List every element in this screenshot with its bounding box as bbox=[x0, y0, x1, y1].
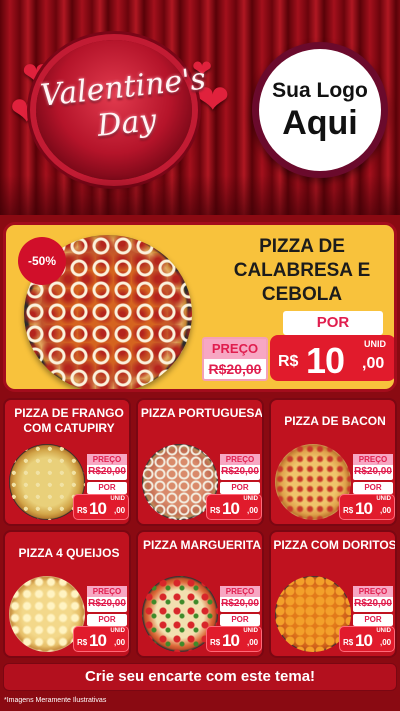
currency: R$ bbox=[343, 638, 354, 647]
preco-label: PREÇO bbox=[220, 454, 260, 465]
header-curtain: ❤ ❤ ❤ ❤ Valentine's Day Sua Logo Aqui bbox=[0, 0, 400, 215]
unit-label: UNID bbox=[110, 496, 125, 502]
product-card: PIZZA 4 QUEIJOS PREÇO R$20,00 POR UNID R… bbox=[3, 530, 131, 658]
unit-label: UNID bbox=[243, 496, 258, 502]
currency: R$ bbox=[343, 506, 354, 515]
por-label: POR bbox=[220, 482, 260, 494]
por-label: POR bbox=[353, 614, 393, 626]
unit-label: UNID bbox=[376, 628, 391, 634]
currency: R$ bbox=[77, 506, 88, 515]
price-cents: ,00 bbox=[247, 506, 259, 515]
product-card: PIZZA COM DORITOS PREÇO R$20,00 POR UNID… bbox=[269, 530, 397, 658]
featured-title: PIZZA DE CALABRESA E CEBOLA bbox=[233, 236, 371, 305]
old-price: R$20,00 bbox=[88, 598, 126, 609]
por-label: POR bbox=[353, 482, 393, 494]
logo-line2: Aqui bbox=[282, 104, 358, 142]
old-price-box: PREÇO R$20,00 bbox=[353, 454, 393, 480]
old-price: R$20,00 bbox=[208, 361, 262, 377]
product-name: PIZZA COM DORITOS bbox=[273, 538, 397, 552]
price-cents: ,00 bbox=[247, 638, 259, 647]
discount-badge: -50% bbox=[18, 237, 66, 285]
currency: R$ bbox=[77, 638, 88, 647]
por-label: POR bbox=[220, 614, 260, 626]
price-tag: UNID R$ 10 ,00 bbox=[339, 626, 395, 652]
product-name: PIZZA 4 QUEIJOS bbox=[18, 546, 120, 560]
por-label: POR bbox=[87, 482, 127, 494]
price-tag: UNID R$ 10 ,00 bbox=[73, 626, 129, 652]
unit-label: UNID bbox=[376, 496, 391, 502]
preco-label: PREÇO bbox=[220, 586, 260, 597]
price-integer: 10 bbox=[222, 631, 240, 650]
preco-label: PREÇO bbox=[353, 454, 393, 465]
price-cents: ,00 bbox=[114, 506, 126, 515]
product-name: PIZZA PORTUGUESA bbox=[140, 406, 264, 420]
old-price-box: PREÇO R$20,00 bbox=[202, 337, 268, 381]
old-price-box: PREÇO R$20,00 bbox=[87, 454, 127, 480]
logo-line1: Sua Logo bbox=[272, 79, 368, 102]
price-integer: 10 bbox=[306, 340, 345, 381]
product-card: PIZZA DE FRANGO COM CATUPIRY PREÇO R$20,… bbox=[3, 398, 131, 526]
price-tag: UNID R$ 10 ,00 bbox=[270, 335, 394, 381]
featured-product: -50% PIZZA DE CALABRESA E CEBOLA PREÇO R… bbox=[3, 222, 397, 392]
price-tag: UNID R$ 10 ,00 bbox=[206, 626, 262, 652]
currency: R$ bbox=[210, 638, 221, 647]
old-price-box: PREÇO R$20,00 bbox=[353, 586, 393, 612]
old-price-box: PREÇO R$20,00 bbox=[220, 454, 260, 480]
product-name: PIZZA MARGUERITA bbox=[143, 538, 261, 552]
price-tag: UNID R$ 10 ,00 bbox=[206, 494, 262, 520]
price-tag: UNID R$ 10 ,00 bbox=[339, 494, 395, 520]
preco-label: PREÇO bbox=[204, 339, 266, 359]
price-integer: 10 bbox=[222, 499, 240, 518]
unit-label: UNID bbox=[243, 628, 258, 634]
preco-label: PREÇO bbox=[87, 454, 127, 465]
price-integer: 10 bbox=[89, 499, 107, 518]
product-name: PIZZA DE FRANGO COM CATUPIRY bbox=[14, 406, 124, 435]
price-cents: ,00 bbox=[114, 638, 126, 647]
old-price: R$20,00 bbox=[221, 466, 259, 477]
por-label: POR bbox=[87, 614, 127, 626]
currency: R$ bbox=[278, 353, 299, 370]
old-price: R$20,00 bbox=[354, 466, 392, 477]
cta-banner[interactable]: Crie seu encarte com este tema! bbox=[3, 663, 397, 691]
old-price: R$20,00 bbox=[354, 598, 392, 609]
price-tag: UNID R$ 10 ,00 bbox=[73, 494, 129, 520]
product-card: PIZZA MARGUERITA PREÇO R$20,00 POR UNID … bbox=[136, 530, 264, 658]
price-integer: 10 bbox=[89, 631, 107, 650]
product-card: PIZZA PORTUGUESA PREÇO R$20,00 POR UNID … bbox=[136, 398, 264, 526]
price-integer: 10 bbox=[355, 631, 373, 650]
price-cents: ,00 bbox=[362, 355, 385, 372]
unit-label: UNID bbox=[110, 628, 125, 634]
unit-label: UNID bbox=[364, 339, 386, 349]
preco-label: PREÇO bbox=[87, 586, 127, 597]
old-price: R$20,00 bbox=[221, 598, 259, 609]
price-cents: ,00 bbox=[380, 506, 392, 515]
old-price-box: PREÇO R$20,00 bbox=[87, 586, 127, 612]
por-label: POR bbox=[283, 311, 383, 335]
old-price-box: PREÇO R$20,00 bbox=[220, 586, 260, 612]
logo-placeholder: Sua Logo Aqui bbox=[252, 42, 388, 178]
preco-label: PREÇO bbox=[353, 586, 393, 597]
product-name: PIZZA DE BACON bbox=[284, 414, 386, 428]
old-price: R$20,00 bbox=[88, 466, 126, 477]
price-cents: ,00 bbox=[380, 638, 392, 647]
product-card: PIZZA DE BACON PREÇO R$20,00 POR UNID R$… bbox=[269, 398, 397, 526]
disclaimer: *Imagens Meramente Ilustrativas bbox=[4, 697, 107, 704]
currency: R$ bbox=[210, 506, 221, 515]
price-integer: 10 bbox=[355, 499, 373, 518]
